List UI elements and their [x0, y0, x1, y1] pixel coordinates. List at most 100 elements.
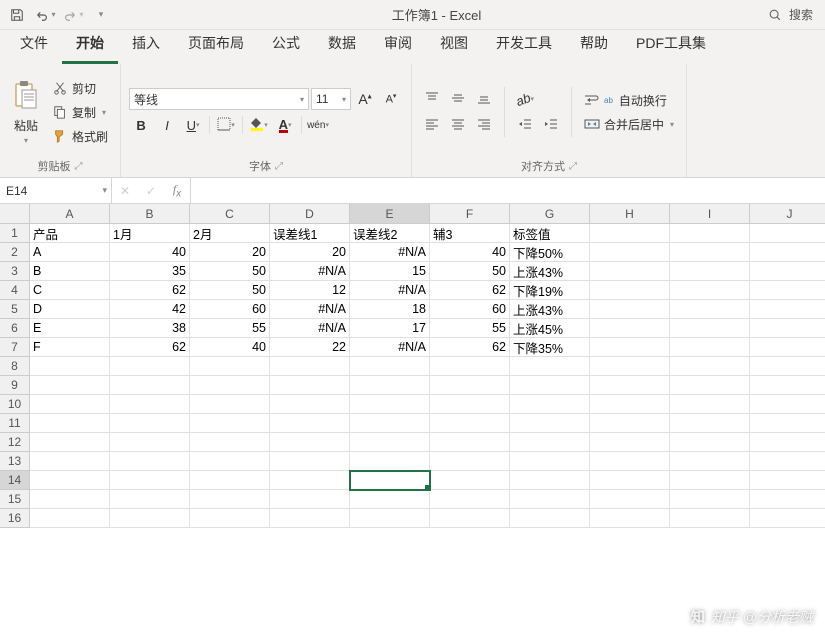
cell-A6[interactable]: E: [30, 319, 110, 338]
cell-A5[interactable]: D: [30, 300, 110, 319]
cell-A8[interactable]: [30, 357, 110, 376]
cell-J8[interactable]: [750, 357, 825, 376]
search-box[interactable]: 搜索: [759, 6, 821, 23]
cell-D4[interactable]: 12: [270, 281, 350, 300]
row-header-4[interactable]: 4: [0, 281, 30, 300]
cell-E5[interactable]: 18: [350, 300, 430, 319]
cell-H9[interactable]: [590, 376, 670, 395]
cell-D10[interactable]: [270, 395, 350, 414]
decrease-font-button[interactable]: A▾: [379, 88, 403, 110]
cell-I9[interactable]: [670, 376, 750, 395]
row-header-6[interactable]: 6: [0, 319, 30, 338]
row-header-16[interactable]: 16: [0, 509, 30, 528]
cell-E16[interactable]: [350, 509, 430, 528]
cell-B14[interactable]: [110, 471, 190, 490]
align-left-button[interactable]: [420, 114, 444, 136]
cell-B3[interactable]: 35: [110, 262, 190, 281]
column-header-C[interactable]: C: [190, 204, 270, 224]
cell-B16[interactable]: [110, 509, 190, 528]
cell-B11[interactable]: [110, 414, 190, 433]
cell-D5[interactable]: #N/A: [270, 300, 350, 319]
cell-G15[interactable]: [510, 490, 590, 509]
cell-B10[interactable]: [110, 395, 190, 414]
column-header-E[interactable]: E: [350, 204, 430, 224]
cell-C13[interactable]: [190, 452, 270, 471]
cell-C7[interactable]: 40: [190, 338, 270, 357]
column-header-D[interactable]: D: [270, 204, 350, 224]
row-header-13[interactable]: 13: [0, 452, 30, 471]
cell-J2[interactable]: [750, 243, 825, 262]
underline-button[interactable]: U▾: [181, 114, 205, 136]
row-header-1[interactable]: 1: [0, 224, 30, 243]
tab-数据[interactable]: 数据: [314, 27, 370, 64]
alignment-launcher[interactable]: ⤢: [569, 161, 577, 172]
cell-A12[interactable]: [30, 433, 110, 452]
cell-D3[interactable]: #N/A: [270, 262, 350, 281]
cell-C6[interactable]: 55: [190, 319, 270, 338]
cell-F6[interactable]: 55: [430, 319, 510, 338]
tab-文件[interactable]: 文件: [6, 27, 62, 64]
cell-D6[interactable]: #N/A: [270, 319, 350, 338]
cell-B7[interactable]: 62: [110, 338, 190, 357]
cell-D2[interactable]: 20: [270, 243, 350, 262]
align-top-button[interactable]: [420, 88, 444, 110]
align-right-button[interactable]: [472, 114, 496, 136]
cell-F1[interactable]: 辅3: [430, 224, 510, 243]
cell-J12[interactable]: [750, 433, 825, 452]
tab-审阅[interactable]: 审阅: [370, 27, 426, 64]
cell-H13[interactable]: [590, 452, 670, 471]
cell-C16[interactable]: [190, 509, 270, 528]
cell-I13[interactable]: [670, 452, 750, 471]
row-header-15[interactable]: 15: [0, 490, 30, 509]
row-header-12[interactable]: 12: [0, 433, 30, 452]
cell-J5[interactable]: [750, 300, 825, 319]
increase-indent-button[interactable]: [539, 114, 563, 136]
cell-D11[interactable]: [270, 414, 350, 433]
cell-I2[interactable]: [670, 243, 750, 262]
cell-G1[interactable]: 标签值: [510, 224, 590, 243]
enter-formula-button[interactable]: ✓: [138, 184, 164, 198]
cell-B6[interactable]: 38: [110, 319, 190, 338]
cell-A2[interactable]: A: [30, 243, 110, 262]
select-all-corner[interactable]: [0, 204, 30, 224]
cell-I3[interactable]: [670, 262, 750, 281]
cell-F8[interactable]: [430, 357, 510, 376]
cell-D1[interactable]: 误差线1: [270, 224, 350, 243]
cell-H4[interactable]: [590, 281, 670, 300]
cell-I7[interactable]: [670, 338, 750, 357]
cell-B2[interactable]: 40: [110, 243, 190, 262]
column-header-J[interactable]: J: [750, 204, 825, 224]
cell-E9[interactable]: [350, 376, 430, 395]
column-header-A[interactable]: A: [30, 204, 110, 224]
cell-E7[interactable]: #N/A: [350, 338, 430, 357]
insert-function-button[interactable]: fx: [164, 182, 190, 199]
cell-A1[interactable]: 产品: [30, 224, 110, 243]
cell-J7[interactable]: [750, 338, 825, 357]
cell-D13[interactable]: [270, 452, 350, 471]
cell-E4[interactable]: #N/A: [350, 281, 430, 300]
cell-I1[interactable]: [670, 224, 750, 243]
tab-公式[interactable]: 公式: [258, 27, 314, 64]
cell-G13[interactable]: [510, 452, 590, 471]
cell-H11[interactable]: [590, 414, 670, 433]
row-header-5[interactable]: 5: [0, 300, 30, 319]
cell-E14[interactable]: [350, 471, 430, 490]
tab-开始[interactable]: 开始: [62, 27, 118, 64]
undo-button[interactable]: ▾: [32, 2, 58, 28]
cell-F13[interactable]: [430, 452, 510, 471]
cell-D8[interactable]: [270, 357, 350, 376]
cell-B5[interactable]: 42: [110, 300, 190, 319]
cell-F16[interactable]: [430, 509, 510, 528]
cell-D14[interactable]: [270, 471, 350, 490]
cell-J3[interactable]: [750, 262, 825, 281]
cell-A10[interactable]: [30, 395, 110, 414]
cell-H5[interactable]: [590, 300, 670, 319]
decrease-indent-button[interactable]: [513, 114, 537, 136]
tab-视图[interactable]: 视图: [426, 27, 482, 64]
cell-D9[interactable]: [270, 376, 350, 395]
cell-G9[interactable]: [510, 376, 590, 395]
cell-A7[interactable]: F: [30, 338, 110, 357]
cell-A9[interactable]: [30, 376, 110, 395]
cell-G5[interactable]: 上涨43%: [510, 300, 590, 319]
column-header-F[interactable]: F: [430, 204, 510, 224]
